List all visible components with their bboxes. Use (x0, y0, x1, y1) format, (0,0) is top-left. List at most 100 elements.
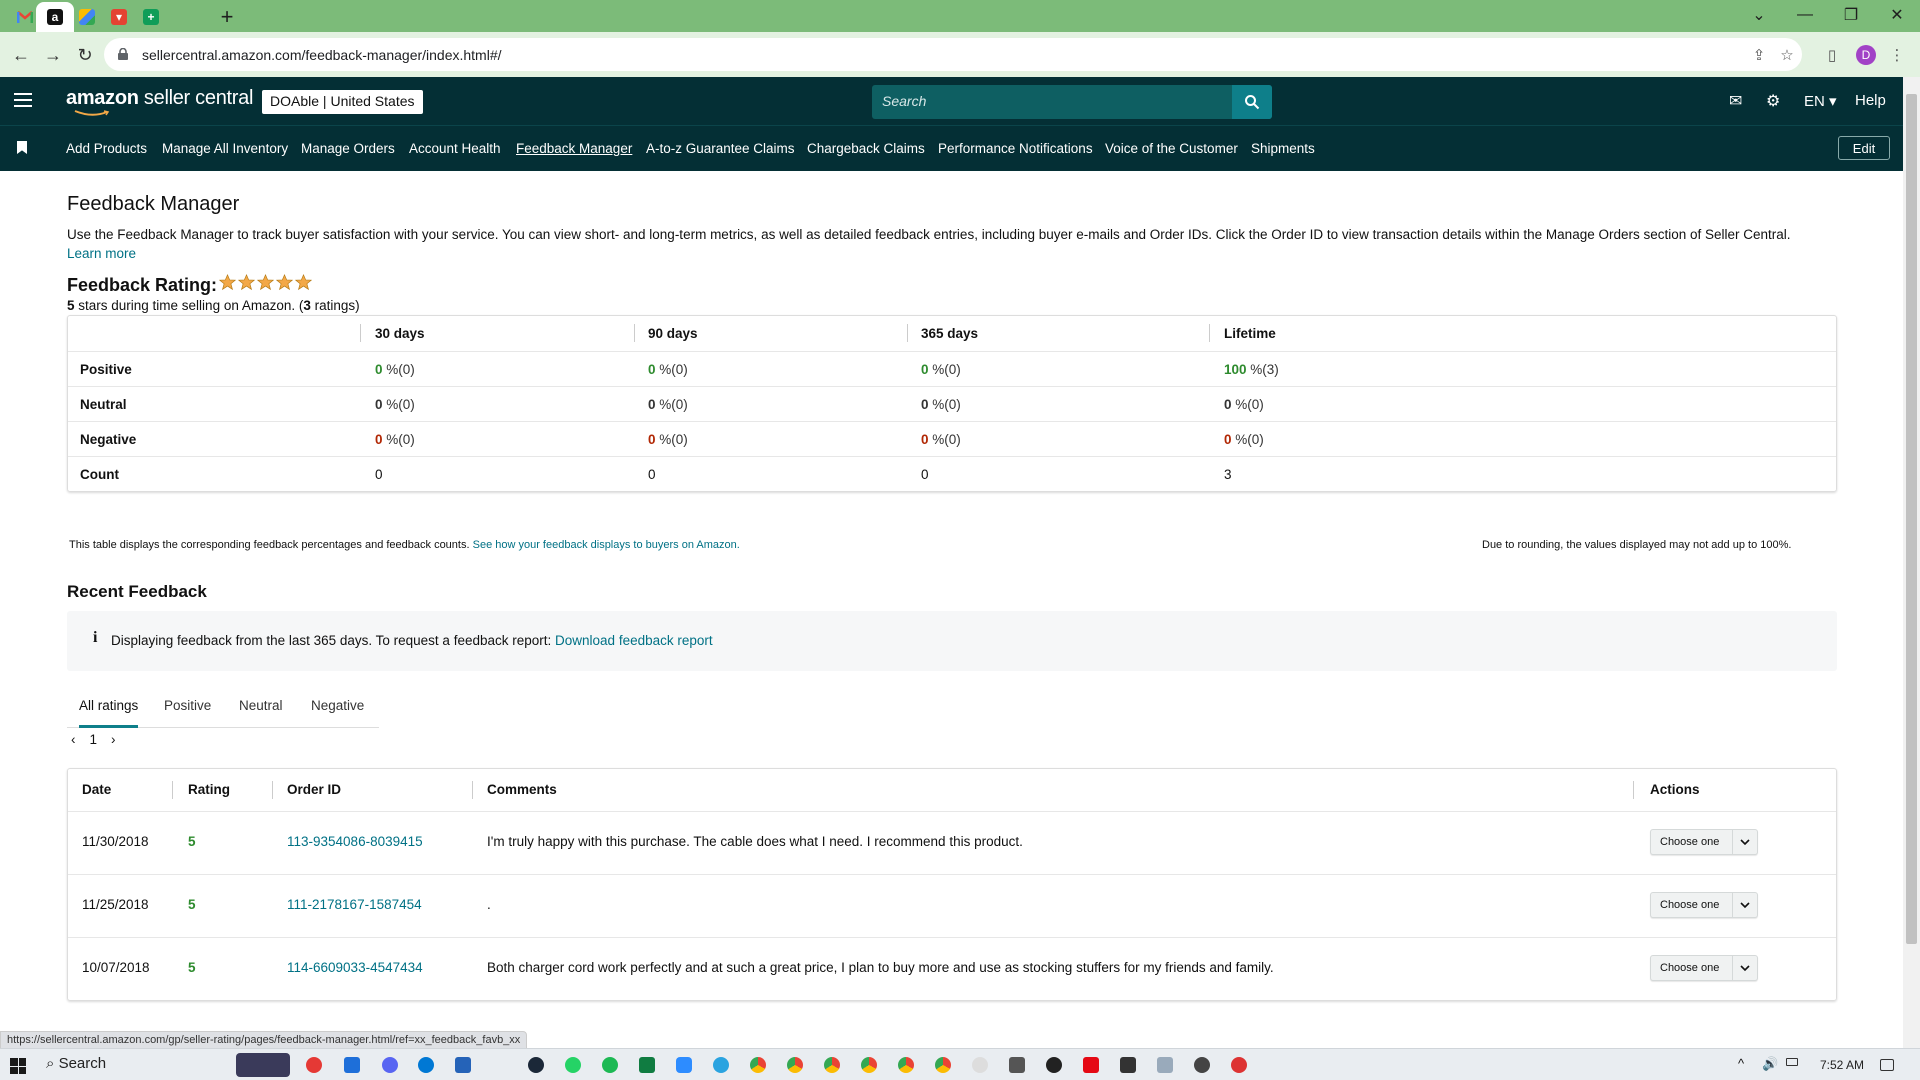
reload-icon[interactable]: ↻ (70, 40, 100, 70)
download-feedback-report-link[interactable]: Download feedback report (555, 633, 713, 648)
feedback-comment: Both charger cord work perfectly and at … (487, 960, 1274, 975)
notifications-icon[interactable] (1880, 1059, 1894, 1071)
learn-more-link[interactable]: Learn more (67, 246, 136, 261)
column-divider (634, 324, 635, 342)
order-id-link[interactable]: 114-6609033-4547434 (287, 960, 423, 975)
search-box[interactable]: Search (872, 85, 1272, 119)
store-icon[interactable] (455, 1057, 471, 1073)
percent-cell: 0 %(0) (1224, 397, 1264, 412)
gear-icon[interactable]: ⚙ (1766, 91, 1780, 111)
scrollbar-thumb[interactable] (1906, 94, 1917, 944)
star-icon (257, 274, 274, 291)
new-tab-button[interactable]: + (214, 4, 240, 30)
mail-icon[interactable]: ✉ (1729, 91, 1742, 111)
minimize-icon[interactable]: — (1782, 0, 1828, 30)
nav-shipments[interactable]: Shipments (1251, 141, 1315, 156)
help-link[interactable]: Help (1855, 92, 1886, 109)
table-row: 10/07/2018 5 114-6609033-4547434 Both charg… (68, 937, 1836, 1000)
chrome-icon[interactable] (824, 1057, 840, 1073)
back-icon[interactable]: ← (6, 40, 36, 70)
address-bar[interactable]: sellercentral.amazon.com/feedback-manage… (104, 38, 1802, 71)
tab-negative[interactable]: Negative (311, 698, 364, 728)
chevron-down-icon (1740, 902, 1750, 909)
nav-account-health[interactable]: Account Health (409, 141, 501, 156)
excel-icon[interactable] (639, 1057, 655, 1073)
actions-dropdown[interactable]: Choose one (1650, 829, 1758, 855)
bookmark-star-icon[interactable]: ☆ (1778, 46, 1796, 64)
current-page[interactable]: 1 (90, 732, 98, 747)
taskbar-search[interactable]: ⌕ Search (46, 1055, 106, 1072)
side-panel-icon[interactable]: ▯ (1823, 46, 1841, 64)
actions-dropdown[interactable]: Choose one (1650, 892, 1758, 918)
nav-performance-notifications[interactable]: Performance Notifications (938, 141, 1093, 156)
tab-sheets[interactable]: + (132, 2, 170, 32)
pagination: ‹ 1 › (71, 732, 116, 747)
nav-feedback-manager[interactable]: Feedback Manager (516, 141, 632, 156)
volume-icon[interactable]: 🔊 (1762, 1056, 1778, 1072)
column-header-90-days: 90 days (648, 326, 698, 341)
table-row-negative: Negative 0 %(0) 0 %(0) 0 %(0) 0 %(0) (68, 421, 1836, 456)
app-icon[interactable] (1120, 1057, 1136, 1073)
percent-count: %(0) (655, 397, 688, 412)
calculator-icon[interactable] (1009, 1057, 1025, 1073)
bookmark-icon[interactable] (17, 141, 27, 154)
share-icon[interactable]: ⇪ (1750, 46, 1768, 64)
rating-stars (219, 274, 312, 291)
close-icon[interactable]: ✕ (1874, 0, 1920, 30)
search-button[interactable] (1232, 85, 1272, 119)
spotify-icon[interactable] (602, 1057, 618, 1073)
tab-all-ratings[interactable]: All ratings (79, 698, 139, 728)
nav-manage-all-inventory[interactable]: Manage All Inventory (162, 141, 288, 156)
app-icon[interactable] (972, 1057, 988, 1073)
chevron-right-icon[interactable]: › (111, 732, 116, 747)
chrome-icon[interactable] (935, 1057, 951, 1073)
nav-chargeback-claims[interactable]: Chargeback Claims (807, 141, 925, 156)
actions-dropdown[interactable]: Choose one (1650, 955, 1758, 981)
chrome-icon[interactable] (750, 1057, 766, 1073)
order-id-link[interactable]: 111-2178167-1587454 (287, 897, 422, 912)
feedback-display-link[interactable]: See how your feedback displays to buyers… (473, 539, 740, 551)
battery-icon[interactable] (1786, 1058, 1798, 1066)
seller-central-logo[interactable]: amazon seller central (66, 87, 253, 110)
app-icon[interactable] (306, 1057, 322, 1073)
browser-toolbar: ← → ↻ sellercentral.amazon.com/feedback-… (0, 32, 1920, 77)
mail-app-icon[interactable] (344, 1057, 360, 1073)
chrome-icon[interactable] (898, 1057, 914, 1073)
tab-neutral[interactable]: Neutral (239, 698, 283, 728)
hamburger-menu-icon[interactable] (14, 93, 32, 107)
nav-voice-of-the-customer[interactable]: Voice of the Customer (1105, 141, 1238, 156)
store-selector[interactable]: DOAble | United States (262, 90, 423, 114)
search-input[interactable]: Search (882, 93, 926, 109)
restore-icon[interactable]: ❐ (1828, 0, 1874, 30)
order-id-link[interactable]: 113-9354086-8039415 (287, 834, 423, 849)
taskbar-search-label: Search (58, 1055, 107, 1072)
steam-icon[interactable] (528, 1057, 544, 1073)
notepad-icon[interactable] (1157, 1057, 1173, 1073)
chevron-left-icon[interactable]: ‹ (71, 732, 76, 747)
whatsapp-icon[interactable] (565, 1057, 581, 1073)
netflix-icon[interactable] (1083, 1057, 1099, 1073)
settings-icon[interactable] (1194, 1057, 1210, 1073)
discord-icon[interactable] (382, 1057, 398, 1073)
profile-avatar[interactable]: D (1856, 45, 1876, 65)
nav-a-to-z-claims[interactable]: A-to-z Guarantee Claims (646, 141, 795, 156)
nav-manage-orders[interactable]: Manage Orders (301, 141, 395, 156)
tray-chevron-icon[interactable]: ^ (1738, 1056, 1754, 1072)
chrome-icon[interactable] (861, 1057, 877, 1073)
telegram-icon[interactable] (713, 1057, 729, 1073)
edge-icon[interactable] (418, 1057, 434, 1073)
app-icon[interactable] (1046, 1057, 1062, 1073)
zoom-icon[interactable] (676, 1057, 692, 1073)
tab-search-icon[interactable]: ⌄ (1736, 0, 1782, 30)
tab-positive[interactable]: Positive (164, 698, 211, 728)
windows-start-icon[interactable] (10, 1058, 26, 1074)
nav-add-products[interactable]: Add Products (66, 141, 147, 156)
clock[interactable]: 7:52 AM (1820, 1058, 1864, 1072)
taskbar-thumbnail-icon[interactable] (236, 1053, 290, 1077)
forward-icon[interactable]: → (38, 40, 68, 70)
language-selector[interactable]: EN ▾ (1804, 92, 1837, 110)
edit-nav-button[interactable]: Edit (1838, 136, 1890, 160)
browser-menu-icon[interactable]: ⋮ (1888, 46, 1906, 64)
chrome-icon[interactable] (787, 1057, 803, 1073)
app-icon[interactable] (1231, 1057, 1247, 1073)
